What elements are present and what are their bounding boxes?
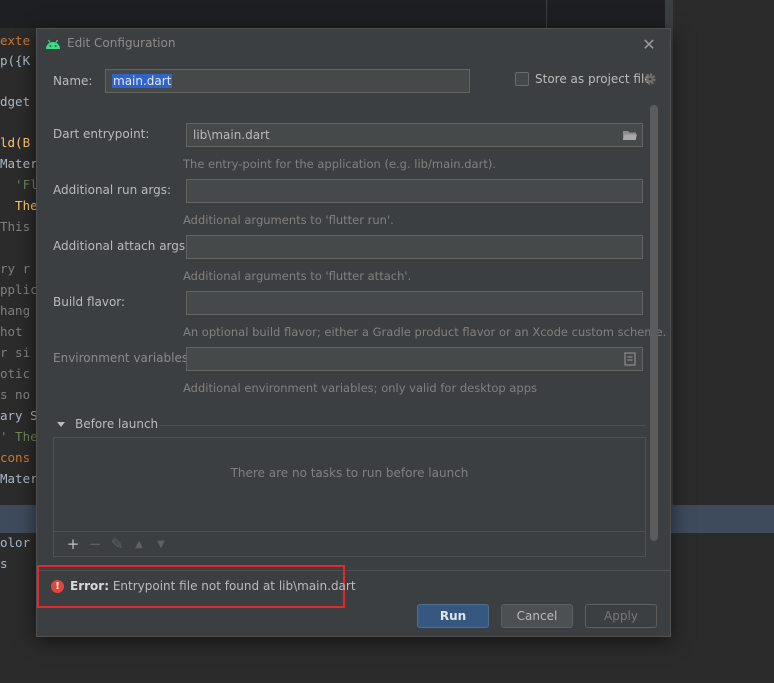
- error-detail: Entrypoint file not found at lib\main.da…: [112, 579, 356, 593]
- code-line-fragment: pplic: [0, 282, 38, 297]
- code-line-fragment: exte: [0, 33, 31, 48]
- move-up-button[interactable]: ▲: [128, 534, 150, 554]
- plus-icon: +: [66, 535, 80, 553]
- name-value-selected: main.dart: [112, 74, 173, 88]
- before-launch-empty-text: There are no tasks to run before launch: [230, 466, 469, 480]
- additional-attach-args-label: Additional attach args:: [53, 239, 190, 253]
- edit-configuration-dialog: Edit Configuration ✕ Name: main.dart Sto…: [36, 28, 671, 637]
- arrow-up-icon: ▲: [135, 538, 143, 550]
- run-button[interactable]: Run: [417, 604, 489, 628]
- additional-run-args-input[interactable]: [186, 179, 643, 203]
- additional-attach-args-hint: Additional arguments to 'flutter attach'…: [183, 269, 412, 283]
- code-line-fragment: hang: [0, 303, 31, 318]
- code-line-fragment: ry r: [0, 261, 31, 276]
- code-line-fragment: s no: [0, 387, 31, 402]
- additional-run-args-label: Additional run args:: [53, 183, 172, 197]
- dart-entrypoint-value: lib\main.dart: [193, 128, 270, 142]
- environment-variables-input[interactable]: [186, 347, 643, 371]
- apply-button[interactable]: Apply: [585, 604, 657, 628]
- code-line-fragment: ary S: [0, 408, 38, 423]
- dialog-scrollbar[interactable]: [650, 105, 658, 541]
- chevron-down-icon: [57, 421, 65, 427]
- code-line-fragment: otic: [0, 366, 31, 381]
- before-launch-toolbar: + − ✎ ▲ ▼: [53, 531, 646, 557]
- move-down-button[interactable]: ▼: [150, 534, 172, 554]
- dialog-titlebar: Edit Configuration ✕: [37, 29, 670, 59]
- browse-list-icon[interactable]: [622, 352, 638, 366]
- arrow-down-icon: ▼: [157, 538, 165, 550]
- folder-icon[interactable]: [622, 128, 638, 142]
- error-icon-glyph: !: [55, 581, 60, 592]
- dart-entrypoint-hint: The entry-point for the application (e.g…: [183, 157, 496, 171]
- code-line-fragment: Mater: [0, 156, 38, 171]
- error-icon: !: [51, 580, 64, 593]
- code-line-fragment: ld(B: [0, 135, 31, 150]
- close-icon: ✕: [642, 34, 656, 54]
- dart-entrypoint-label: Dart entrypoint:: [53, 127, 150, 141]
- android-icon: [46, 39, 60, 49]
- code-line-fragment: dget: [0, 94, 31, 109]
- additional-run-args-hint: Additional arguments to 'flutter run'.: [183, 213, 394, 227]
- code-line-fragment: hot: [0, 324, 31, 339]
- editor-gutter-right: [673, 0, 774, 505]
- error-highlight-box: ! Error: Entrypoint file not found at li…: [37, 565, 356, 608]
- remove-task-button[interactable]: −: [84, 534, 106, 554]
- before-launch-divider: [159, 425, 645, 426]
- build-flavor-input[interactable]: [186, 291, 643, 315]
- name-label: Name:: [53, 74, 93, 88]
- code-line-fragment: r si: [0, 345, 31, 360]
- dialog-title: Edit Configuration: [67, 36, 176, 50]
- name-input[interactable]: main.dart: [105, 69, 470, 93]
- before-launch-title: Before launch: [75, 417, 159, 431]
- code-line-fragment: p({K: [0, 53, 31, 68]
- additional-attach-args-input[interactable]: [186, 235, 643, 259]
- code-line-fragment: 'Fl: [0, 177, 38, 192]
- build-flavor-label: Build flavor:: [53, 295, 126, 309]
- code-line-fragment: This: [0, 219, 38, 234]
- before-launch-toggle[interactable]: Before launch: [57, 417, 158, 431]
- environment-variables-hint: Additional environment variables; only v…: [183, 381, 538, 395]
- code-line-fragment: cons: [0, 450, 31, 465]
- add-task-button[interactable]: +: [62, 534, 84, 554]
- code-line-fragment: Mater: [0, 471, 38, 486]
- gear-icon[interactable]: [643, 72, 657, 86]
- minus-icon: −: [88, 535, 102, 553]
- store-as-project-file-label[interactable]: Store as project file: [535, 72, 652, 86]
- code-line-fragment: olor: [0, 535, 31, 550]
- edit-task-button[interactable]: ✎: [106, 534, 128, 554]
- dart-entrypoint-input[interactable]: lib\main.dart: [186, 123, 643, 147]
- pencil-icon: ✎: [110, 535, 124, 553]
- cancel-button[interactable]: Cancel: [501, 604, 573, 628]
- close-button[interactable]: ✕: [639, 34, 659, 54]
- store-as-project-file-checkbox[interactable]: [515, 72, 529, 86]
- environment-variables-label: Environment variables:: [53, 351, 193, 365]
- code-line-fragment: s: [0, 556, 8, 571]
- error-prefix: Error:: [70, 579, 109, 593]
- error-message: Error: Entrypoint file not found at lib\…: [70, 579, 356, 593]
- build-flavor-hint: An optional build flavor; either a Gradl…: [183, 325, 667, 339]
